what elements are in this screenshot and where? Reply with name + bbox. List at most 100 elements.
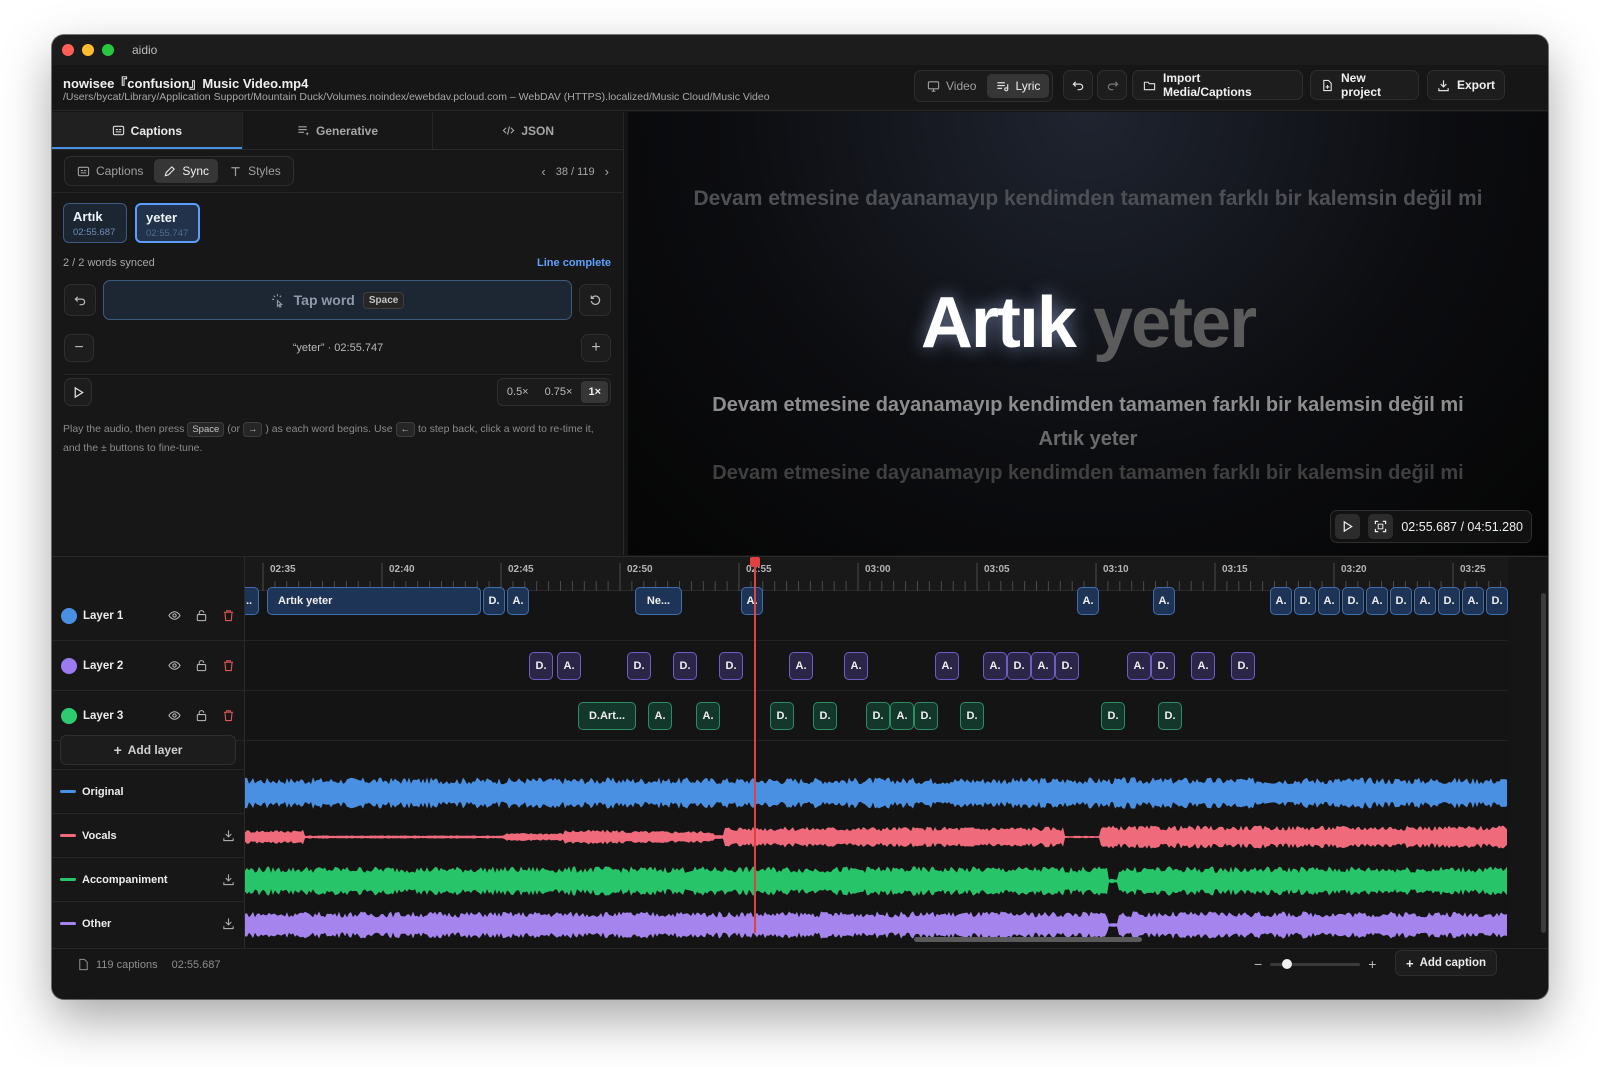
trash-icon[interactable] <box>222 659 235 672</box>
view-video-button[interactable]: Video <box>918 74 985 98</box>
caption-clip[interactable]: Ne... <box>635 587 682 615</box>
caption-clip[interactable]: D. <box>1342 587 1364 615</box>
caption-clip[interactable]: D. <box>1101 702 1125 730</box>
tab-generative[interactable]: Generative <box>243 112 434 149</box>
audio-track-row[interactable]: Accompaniment <box>52 857 245 901</box>
audio-track-row[interactable]: Vocals <box>52 813 245 857</box>
playhead-handle[interactable] <box>750 557 760 567</box>
caption-clip[interactable]: A. <box>1127 652 1151 680</box>
mode-styles-button[interactable]: Styles <box>220 159 290 183</box>
caption-clip[interactable]: D. <box>813 702 837 730</box>
mode-captions-button[interactable]: Captions <box>68 159 152 183</box>
caption-clip[interactable]: D. <box>627 652 651 680</box>
zoom-slider[interactable] <box>1270 958 1361 969</box>
reset-button[interactable] <box>579 284 611 316</box>
preview-play-button[interactable] <box>1335 514 1361 539</box>
caption-clip[interactable]: D. <box>1231 652 1255 680</box>
zoom-window-button[interactable] <box>102 44 114 56</box>
caption-clip[interactable]: D. <box>673 652 697 680</box>
export-button[interactable]: Export <box>1427 70 1505 100</box>
speed-option[interactable]: 0.5× <box>500 381 536 403</box>
add-caption-button[interactable]: + Add caption <box>1395 950 1498 976</box>
caption-clip[interactable]: A. <box>557 652 581 680</box>
word-chip[interactable]: Artık 02:55.687 <box>63 203 127 243</box>
speed-option-selected[interactable]: 1× <box>581 381 608 403</box>
layer-row[interactable]: Layer 1 <box>52 591 245 641</box>
caption-clip[interactable]: Artık yeter <box>267 587 481 615</box>
caption-clip[interactable]: D. <box>1151 652 1175 680</box>
audio-track-row[interactable]: Original <box>52 769 245 813</box>
playhead[interactable] <box>754 557 756 933</box>
caption-clip[interactable]: A. <box>1153 587 1175 615</box>
caption-clip[interactable]: A. <box>1270 587 1292 615</box>
caption-clip[interactable]: D. <box>719 652 743 680</box>
caption-clip[interactable]: A. <box>507 587 529 615</box>
speed-option[interactable]: 0.75× <box>538 381 580 403</box>
layer-row[interactable]: Layer 3 <box>52 691 245 741</box>
trash-icon[interactable] <box>222 709 235 722</box>
caption-clip[interactable]: D. <box>866 702 890 730</box>
caption-clip[interactable]: D. <box>1007 652 1031 680</box>
caption-clip[interactable]: A. <box>1366 587 1388 615</box>
eye-icon[interactable] <box>168 609 181 622</box>
view-lyric-button[interactable]: Lyric <box>987 74 1050 98</box>
timeline-canvas[interactable]: 02:35 02:40 02:45 02:50 02:55 03:00 03:0… <box>245 557 1508 949</box>
word-chip-selected[interactable]: yeter 02:55.747 <box>135 203 200 243</box>
chevron-right-icon[interactable]: › <box>605 164 609 179</box>
caption-clip[interactable]: A. <box>1318 587 1340 615</box>
caption-clip[interactable]: D. <box>1158 702 1182 730</box>
chevron-left-icon[interactable]: ‹ <box>541 164 545 179</box>
caption-clip[interactable]: A. <box>696 702 720 730</box>
time-ruler[interactable]: 02:35 02:40 02:45 02:50 02:55 03:00 03:0… <box>245 557 1508 591</box>
minimize-window-button[interactable] <box>82 44 94 56</box>
undo-button[interactable] <box>1063 70 1093 100</box>
eye-icon[interactable] <box>168 709 181 722</box>
eye-icon[interactable] <box>168 659 181 672</box>
caption-clip[interactable]: D. <box>1390 587 1412 615</box>
caption-clip[interactable]: D. <box>960 702 984 730</box>
download-icon[interactable] <box>222 917 235 930</box>
trash-icon[interactable] <box>222 609 235 622</box>
lock-icon[interactable] <box>195 709 208 722</box>
new-project-button[interactable]: New project <box>1310 70 1419 100</box>
caption-clip[interactable]: A. <box>1191 652 1215 680</box>
mode-sync-button[interactable]: Sync <box>154 159 219 183</box>
layer-row[interactable]: Layer 2 <box>52 641 245 691</box>
caption-clip[interactable]: D.Art... <box>578 702 636 730</box>
caption-clip[interactable]: A. <box>1414 587 1436 615</box>
caption-clip[interactable]: A. <box>648 702 672 730</box>
caption-clip[interactable]: A. <box>983 652 1007 680</box>
step-back-button[interactable] <box>64 284 96 316</box>
caption-clip[interactable]: A. <box>1077 587 1099 615</box>
tab-json[interactable]: JSON <box>433 112 625 149</box>
add-layer-button[interactable]: + Add layer <box>60 735 236 765</box>
caption-clip[interactable]: D. <box>1438 587 1460 615</box>
play-audio-button[interactable] <box>64 378 92 406</box>
tap-word-button[interactable]: Tap word Space <box>103 280 572 320</box>
download-icon[interactable] <box>222 873 235 886</box>
caption-clip[interactable]: D. <box>914 702 938 730</box>
caption-clip[interactable]: D. <box>483 587 505 615</box>
caption-clip[interactable]: A. <box>890 702 914 730</box>
caption-clip[interactable]: A. <box>789 652 813 680</box>
zoom-out-icon[interactable]: − <box>1254 956 1262 972</box>
import-media-button[interactable]: Import Media/Captions <box>1132 70 1303 100</box>
zoom-in-icon[interactable]: + <box>1368 956 1376 972</box>
redo-button[interactable] <box>1097 70 1127 100</box>
caption-clip[interactable]: D. <box>1055 652 1079 680</box>
nudge-plus-button[interactable]: + <box>581 334 611 362</box>
caption-clip[interactable]: A. <box>1462 587 1484 615</box>
timeline-vertical-scrollbar[interactable] <box>1541 593 1546 933</box>
caption-clip[interactable]: D. <box>529 652 553 680</box>
fullscreen-button[interactable] <box>1368 514 1394 539</box>
caption-clip[interactable]: A. <box>844 652 868 680</box>
caption-clip[interactable]: A. <box>935 652 959 680</box>
lock-icon[interactable] <box>195 609 208 622</box>
caption-clip[interactable]: D. <box>1486 587 1508 615</box>
download-icon[interactable] <box>222 829 235 842</box>
timeline-horizontal-scrollbar[interactable] <box>914 937 1142 942</box>
caption-clip[interactable]: D. <box>770 702 794 730</box>
caption-clip[interactable]: A. <box>1031 652 1055 680</box>
close-window-button[interactable] <box>62 44 74 56</box>
caption-clip[interactable]: D. <box>1294 587 1316 615</box>
